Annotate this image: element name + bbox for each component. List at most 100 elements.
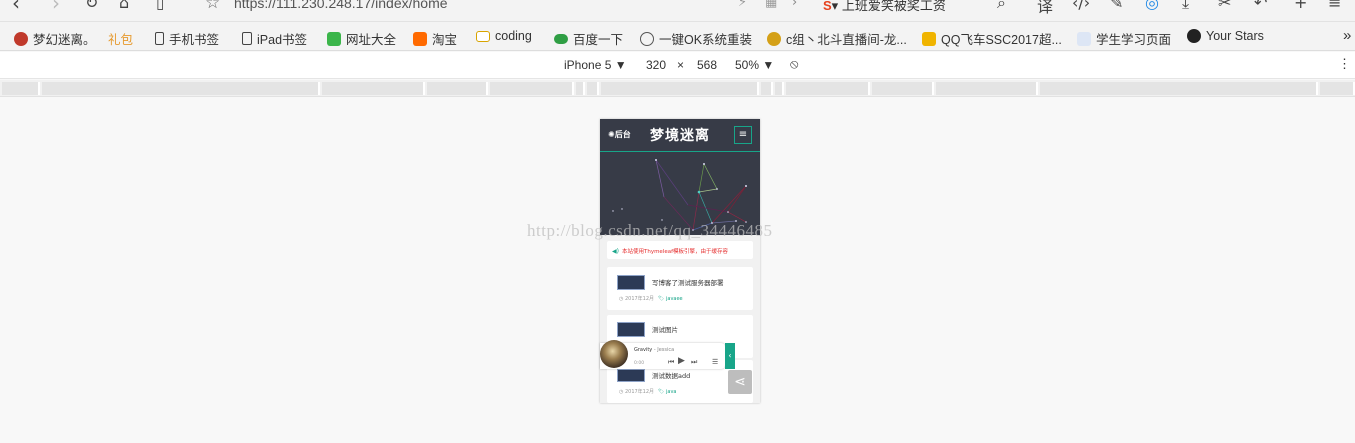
bookmark-item[interactable]: 淘宝 xyxy=(413,29,457,48)
play-time: 0:00 xyxy=(634,361,645,366)
extension-icon[interactable]: ◎ xyxy=(1145,0,1159,12)
player-collapse-button[interactable]: ‹ xyxy=(725,343,735,369)
device-name: iPhone 5 xyxy=(564,58,612,72)
more-bookmarks-icon[interactable]: » xyxy=(1343,27,1351,44)
qq-icon xyxy=(922,31,936,46)
post-meta: ◷ 2017年12月 🏷 javaee xyxy=(619,296,683,302)
bookmark-item[interactable]: 学生学习页面 xyxy=(1077,29,1171,48)
tablet-icon xyxy=(242,32,252,45)
media-query-segment[interactable] xyxy=(761,82,773,95)
media-query-segment[interactable] xyxy=(2,82,40,95)
devtools-icon[interactable]: ‹/› xyxy=(1072,0,1090,12)
notice-banner: ◀) 本站使用Thymeleaf模板引擎，由于缓存容 xyxy=(607,241,753,259)
media-query-segment[interactable] xyxy=(427,82,488,95)
next-track-icon[interactable]: ⏭ xyxy=(691,358,697,367)
url-text[interactable]: https://111.230.248.17/index/home xyxy=(234,0,448,11)
admin-link[interactable]: ✺后台 xyxy=(608,129,631,140)
song-title: Gravity xyxy=(634,347,653,353)
height-input[interactable]: 568 xyxy=(697,58,717,72)
bookmark-item[interactable]: 梦幻迷离。 xyxy=(14,29,96,48)
menu-icon[interactable]: ≡ xyxy=(1328,0,1341,12)
bookmark-label: 网址大全 xyxy=(346,33,397,47)
post-title[interactable]: 测试数据add xyxy=(652,370,690,380)
bookmark-item[interactable]: Your Stars xyxy=(1187,29,1264,43)
reload-icon[interactable]: ↻ xyxy=(85,0,98,14)
bookmark-item[interactable]: 网址大全 xyxy=(327,29,396,48)
avatar-icon xyxy=(14,31,28,46)
device-select[interactable]: iPhone 5 ▼ xyxy=(564,58,627,72)
post-title[interactable]: 写博客了测试服务器部署 xyxy=(652,277,724,287)
hamburger-menu-button[interactable]: ≡ xyxy=(734,126,752,144)
share-button[interactable]: ⋖ xyxy=(728,370,752,394)
bookmark-item[interactable]: 手机书签 xyxy=(155,29,219,48)
media-query-segment[interactable] xyxy=(872,82,934,95)
media-query-segment[interactable] xyxy=(587,82,599,95)
undo-icon[interactable]: ↶ xyxy=(1254,0,1267,12)
play-icon[interactable]: ▶ xyxy=(678,356,685,366)
address-bar: ‹ › ↻ ⌂ ▯ ☆ https://111.230.248.17/index… xyxy=(0,0,1355,22)
post-tag[interactable]: java xyxy=(666,389,676,395)
phone-icon xyxy=(155,32,164,45)
width-input[interactable]: 320 xyxy=(646,58,666,72)
news-ticker[interactable]: S▾ 上班爱笑被奖工资 xyxy=(823,0,946,14)
rotate-icon[interactable]: ⦸ xyxy=(790,56,798,72)
media-query-segment[interactable] xyxy=(576,82,585,95)
reader-icon[interactable]: ▯ xyxy=(156,0,164,14)
post-date: 2017年12月 xyxy=(624,389,655,395)
site-title[interactable]: 梦境迷离 xyxy=(650,125,710,145)
site-header: ✺后台 梦境迷离 ≡ xyxy=(600,119,760,152)
media-query-segment[interactable] xyxy=(775,82,784,95)
zoom-select[interactable]: 50% ▼ xyxy=(735,58,774,72)
translate-icon[interactable]: 译 xyxy=(1037,0,1053,17)
bookmark-label: iPad书签 xyxy=(257,33,308,47)
media-query-bar[interactable] xyxy=(0,80,1355,97)
post-thumbnail[interactable] xyxy=(617,275,645,290)
post-title[interactable]: 测试图片 xyxy=(652,324,678,334)
bookmark-item[interactable]: 百度一下 xyxy=(554,29,623,48)
media-query-segment[interactable] xyxy=(786,82,870,95)
notice-text: 本站使用Thymeleaf模板引擎，由于缓存容 xyxy=(621,249,729,255)
ticker-text: 上班爱笑被奖工资 xyxy=(841,0,946,13)
pen-icon[interactable]: ✎ xyxy=(1110,0,1123,12)
bookmarks-bar: 梦幻迷离。 礼包 手机书签 iPad书签 网址大全 淘宝 coding 百度一下… xyxy=(0,22,1355,51)
bookmark-item[interactable]: QQ飞车SSC2017超... xyxy=(922,29,1062,48)
bookmark-item[interactable]: iPad书签 xyxy=(242,29,307,48)
new-tab-icon[interactable]: + xyxy=(1294,0,1307,12)
media-query-segment[interactable] xyxy=(322,82,425,95)
download-icon[interactable]: ⤓ xyxy=(1182,0,1189,13)
bookmark-item[interactable]: 礼包 xyxy=(108,29,133,48)
more-options-icon[interactable]: ⋮ xyxy=(1338,56,1351,72)
bookmark-label: 一键OK系统重装 xyxy=(659,33,753,47)
post-thumbnail[interactable] xyxy=(617,369,645,382)
media-query-segment[interactable] xyxy=(490,82,574,95)
post-thumbnail[interactable] xyxy=(617,322,645,337)
lightning-icon[interactable]: ⚡ xyxy=(738,0,747,10)
forward-icon[interactable]: › xyxy=(52,0,60,14)
media-query-segment[interactable] xyxy=(1040,82,1318,95)
bookmark-label: 淘宝 xyxy=(432,33,458,47)
sogou-icon: S xyxy=(823,0,832,13)
media-query-segment[interactable] xyxy=(601,82,759,95)
media-query-segment[interactable] xyxy=(42,82,320,95)
album-cover[interactable] xyxy=(600,340,628,368)
qr-icon[interactable]: ▦ xyxy=(765,0,777,10)
bookmark-item[interactable]: coding xyxy=(476,29,532,43)
post-tag[interactable]: javaee xyxy=(666,296,683,302)
media-query-segment[interactable] xyxy=(936,82,1038,95)
search-icon[interactable]: ⌕ xyxy=(997,0,1006,13)
home-icon[interactable]: ⌂ xyxy=(119,0,129,14)
previous-track-icon[interactable]: ⏮ xyxy=(668,358,674,367)
media-query-segment[interactable] xyxy=(1320,82,1355,95)
browser-window: ‹ › ↻ ⌂ ▯ ☆ https://111.230.248.17/index… xyxy=(0,0,1355,443)
playlist-icon[interactable]: ☰ xyxy=(712,358,718,366)
face-icon xyxy=(767,31,781,46)
bookmark-star-icon[interactable]: ☆ xyxy=(205,0,220,13)
bookmark-item[interactable]: c组丶北斗直播间-龙... xyxy=(767,29,907,48)
zoom-value: 50% xyxy=(735,58,760,72)
post-card[interactable]: 写博客了测试服务器部署 ◷ 2017年12月 🏷 javaee xyxy=(607,267,753,310)
bookmark-item[interactable]: 一键OK系统重装 xyxy=(640,29,752,48)
scissors-icon[interactable]: ✂ xyxy=(1218,0,1231,12)
bookmark-label: coding xyxy=(495,29,532,43)
chevron-right-icon[interactable]: › xyxy=(792,0,797,10)
back-icon[interactable]: ‹ xyxy=(12,0,20,14)
